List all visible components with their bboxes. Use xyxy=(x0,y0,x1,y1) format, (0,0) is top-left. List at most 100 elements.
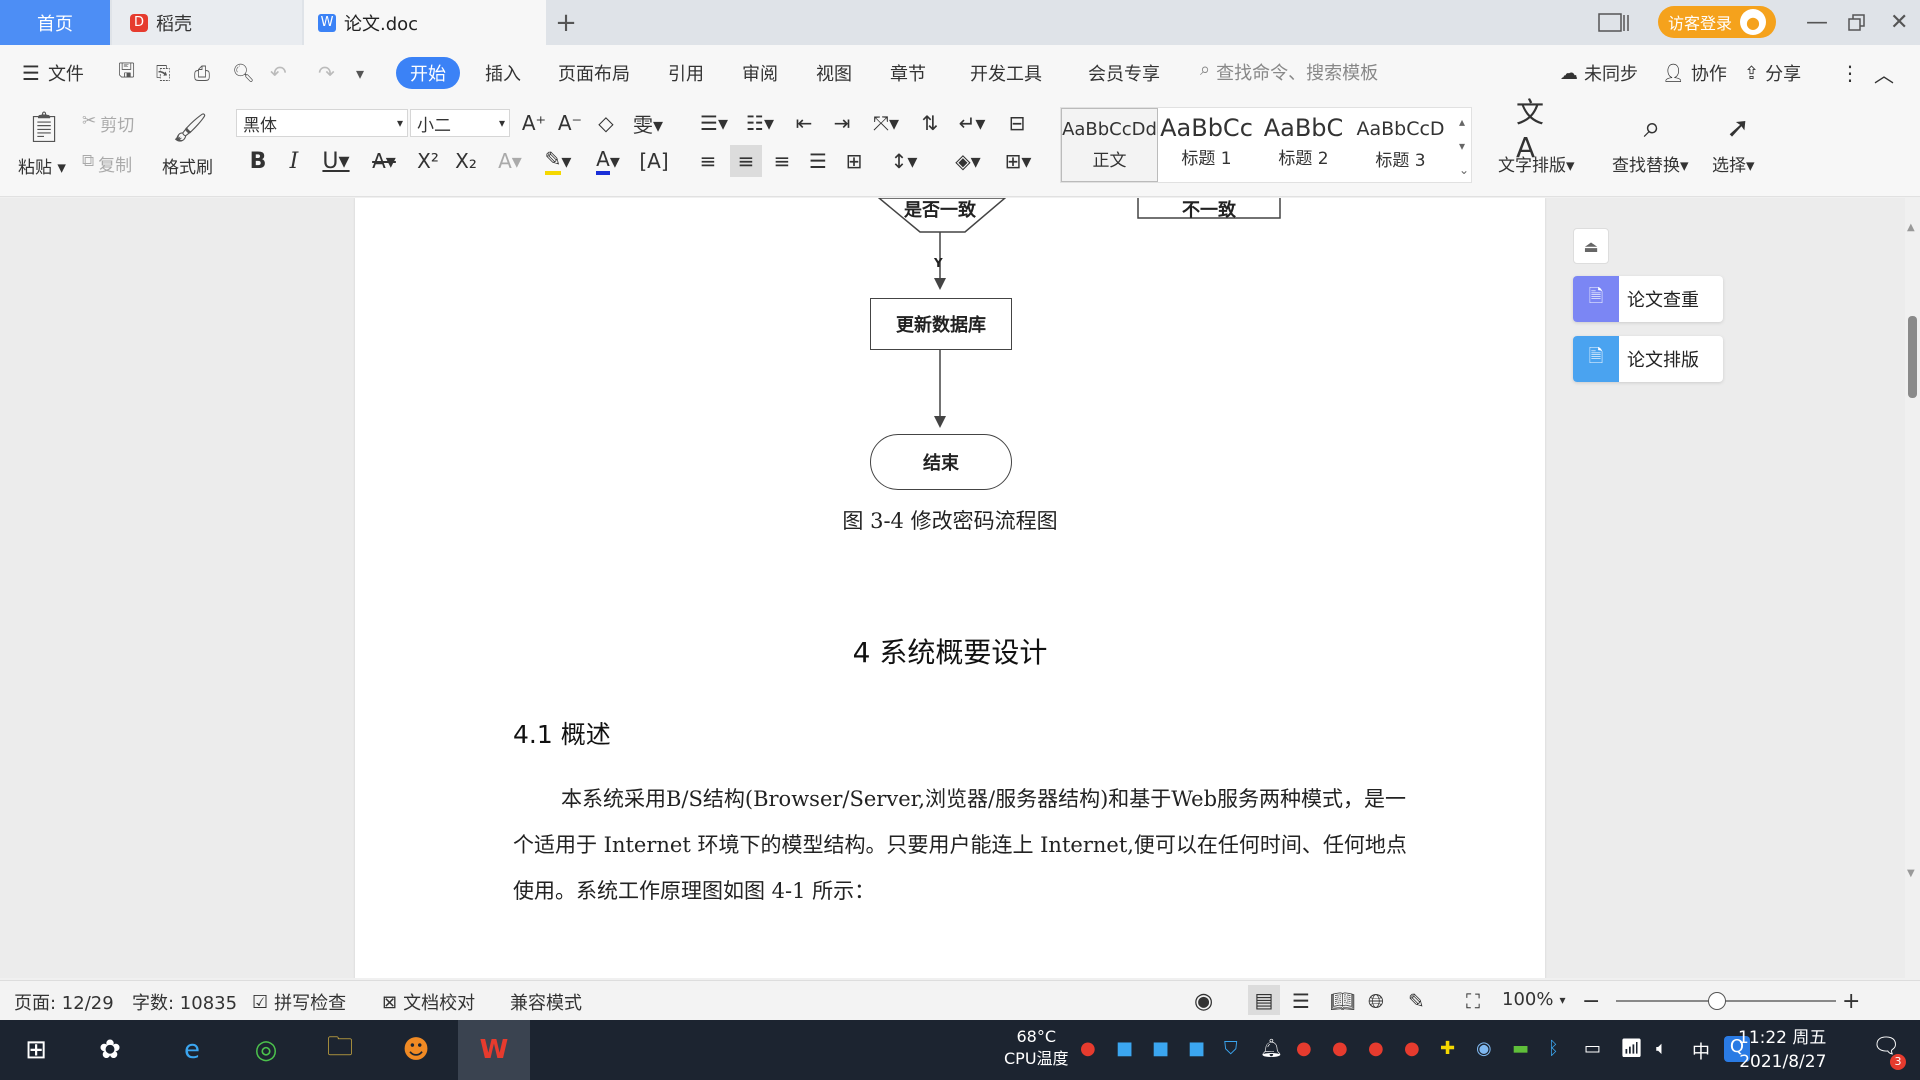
shading-icon[interactable]: ◈▾ xyxy=(948,145,988,177)
menu-tab-references[interactable]: 引用 xyxy=(668,57,704,89)
menu-tab-insert[interactable]: 插入 xyxy=(485,57,521,89)
bold-icon[interactable]: B xyxy=(244,145,272,177)
quick-access-dropdown-icon[interactable]: ▾ xyxy=(356,57,364,89)
tray-network-app-icon[interactable]: ■ xyxy=(1188,1038,1205,1059)
scroll-up-icon[interactable]: ▲ xyxy=(1907,222,1918,238)
collaborate-button[interactable]: 👤︎ 协作 xyxy=(1662,57,1727,89)
align-right-icon[interactable]: ≡ xyxy=(768,145,796,177)
tab-document[interactable]: W 论文.doc xyxy=(304,0,546,45)
copy-button[interactable]: ⧉ 复制 xyxy=(82,151,132,176)
menu-tab-view[interactable]: 视图 xyxy=(816,57,852,89)
bluetooth-icon[interactable]: ᛒ xyxy=(1548,1038,1559,1059)
highlight-icon[interactable]: ✎ ▾ xyxy=(538,145,578,177)
outline-view-icon[interactable]: ☰ xyxy=(1292,989,1310,1013)
export-pdf-icon[interactable]: ⎘ xyxy=(156,57,170,89)
select-button[interactable]: 选择▾ xyxy=(1712,151,1755,176)
style-heading-1[interactable]: AaBbCc 标题 1 xyxy=(1158,108,1255,182)
bell-icon[interactable]: 🔔︎ xyxy=(1260,1038,1283,1059)
document-page[interactable]: 是否一致 Y 不一致 更新数据库 结束 图 3-4 修改密码流程图 4 系统概要… xyxy=(355,198,1545,978)
command-search[interactable]: ⌕ 查找命令、搜索模板 xyxy=(1200,59,1378,85)
qq-icon-2[interactable]: ● xyxy=(1332,1038,1348,1059)
style-normal[interactable]: AaBbCcDd 正文 xyxy=(1061,108,1158,182)
qq-icon[interactable]: ● xyxy=(1296,1038,1312,1059)
undo-icon[interactable]: ↶ xyxy=(270,57,287,89)
align-left-icon[interactable]: ≡ xyxy=(694,145,722,177)
zoom-out-icon[interactable]: − xyxy=(1582,989,1600,1014)
shield-icon[interactable]: ⛉ xyxy=(1224,1038,1238,1059)
fit-page-icon[interactable]: ⛶ xyxy=(1466,989,1480,1013)
wps-writer-taskbar-icon[interactable]: W xyxy=(458,1020,530,1080)
sort-icon[interactable]: ⇅ xyxy=(916,109,944,137)
battery-icon[interactable]: ▭ xyxy=(1584,1038,1601,1059)
text-effect-icon[interactable]: A▾ xyxy=(490,145,530,177)
collapse-ribbon-icon[interactable]: ︿ xyxy=(1874,57,1894,89)
file-menu[interactable]: ☰ 文件 xyxy=(22,57,84,89)
qq-icon-4[interactable]: ● xyxy=(1404,1038,1420,1059)
style-heading-3[interactable]: AaBbCcD 标题 3 xyxy=(1352,108,1449,182)
windows-start-icon[interactable]: ⊞ xyxy=(16,1030,56,1070)
print-icon[interactable]: ⎙ xyxy=(194,57,210,89)
ie-browser-icon[interactable]: e xyxy=(172,1030,212,1070)
menu-tab-page-layout[interactable]: 页面布局 xyxy=(558,57,630,89)
fan-app-icon[interactable]: ✿ xyxy=(90,1030,130,1070)
subscript-icon[interactable]: X₂ xyxy=(450,145,482,177)
zoom-slider-thumb[interactable] xyxy=(1708,992,1726,1010)
numbered-list-icon[interactable]: ☷▾ xyxy=(740,109,780,137)
style-scroll-icon[interactable]: ▴ ▾ ⌄ xyxy=(1459,110,1469,182)
game-app-icon[interactable]: ☻ xyxy=(396,1030,436,1070)
scrollbar-thumb[interactable] xyxy=(1908,316,1917,398)
tray-app-icon[interactable]: ● xyxy=(1080,1038,1096,1059)
cut-button[interactable]: ✂ 剪切 xyxy=(82,111,134,136)
clipboard-icon[interactable]: 📋︎ xyxy=(22,105,66,149)
text-layout-button[interactable]: 文字排版▾ xyxy=(1498,151,1575,176)
spell-check-button[interactable]: ☑ 拼写检查 xyxy=(252,989,346,1015)
web-view-icon[interactable]: 🌐︎ xyxy=(1368,989,1384,1013)
nvidia-icon[interactable]: ▬ xyxy=(1512,1038,1529,1059)
system-clock[interactable]: 11:22 周五 2021/8/27 xyxy=(1738,1026,1826,1074)
ime-indicator[interactable]: 中 xyxy=(1692,1038,1710,1064)
zoom-in-icon[interactable]: + xyxy=(1842,989,1860,1014)
file-explorer-icon[interactable]: 🗀 xyxy=(320,1030,360,1070)
line-spacing-icon[interactable]: ↕▾ xyxy=(884,145,924,177)
share-button[interactable]: ⇪ 分享 xyxy=(1744,57,1801,89)
save-icon[interactable]: 🖫 xyxy=(118,57,135,89)
shrink-font-icon[interactable]: A⁻ xyxy=(556,109,584,137)
grow-font-icon[interactable]: A⁺ xyxy=(520,109,548,137)
guest-login-button[interactable]: 访客登录 ● xyxy=(1658,6,1776,38)
phonetic-guide-icon[interactable]: 雯▾ xyxy=(628,109,668,137)
redo-icon[interactable]: ↷ xyxy=(318,57,335,89)
new-tab-button[interactable]: + xyxy=(548,0,584,45)
eject-icon[interactable]: ⏏ xyxy=(1573,228,1609,264)
tray-sync-icon[interactable]: ■ xyxy=(1116,1038,1133,1059)
zoom-slider-track[interactable] xyxy=(1616,1000,1836,1002)
format-painter-button[interactable]: 格式刷 xyxy=(162,153,213,178)
tray-disc-icon[interactable]: ◉ xyxy=(1476,1038,1492,1059)
underline-icon[interactable]: U▾ xyxy=(316,145,356,177)
menu-tab-chapter[interactable]: 章节 xyxy=(890,57,926,89)
wifi-icon[interactable]: 📶︎ xyxy=(1620,1038,1643,1059)
tab-daoke[interactable]: D 稻壳 xyxy=(112,0,302,45)
print-preview-icon[interactable]: 🔍︎ xyxy=(232,57,255,89)
borders-icon[interactable]: ⊞▾ xyxy=(998,145,1038,177)
distribute-icon[interactable]: ⊞ xyxy=(840,145,868,177)
font-color-icon[interactable]: A ▾ xyxy=(588,145,628,177)
increase-indent-icon[interactable]: ⇥ xyxy=(828,109,856,137)
superscript-icon[interactable]: X² xyxy=(412,145,444,177)
chinese-layout-icon[interactable]: ⤧▾ xyxy=(866,109,906,137)
tray-cloud-icon[interactable]: ■ xyxy=(1152,1038,1169,1059)
zoom-level-select[interactable]: 100% ▾ xyxy=(1502,989,1566,1010)
tray-plus-icon[interactable]: ✚ xyxy=(1440,1038,1455,1059)
paper-format-button[interactable]: 🗎 论文排版 xyxy=(1573,336,1723,382)
style-heading-2[interactable]: AaBbC 标题 2 xyxy=(1255,108,1352,182)
clear-format-icon[interactable]: ◇ xyxy=(592,109,620,137)
menu-tab-member[interactable]: 会员专享 xyxy=(1088,57,1160,89)
page-view-icon[interactable]: ▤ xyxy=(1248,985,1280,1015)
align-center-icon[interactable]: ≡ xyxy=(730,145,762,177)
proofread-button[interactable]: ⊠ 文档校对 xyxy=(382,989,475,1015)
restore-button[interactable] xyxy=(1848,0,1870,45)
tab-home[interactable]: 首页 xyxy=(0,0,110,45)
volume-icon[interactable]: 🔈︎ xyxy=(1656,1038,1667,1059)
browser-360-icon[interactable]: ◎ xyxy=(246,1030,286,1070)
strikethrough-icon[interactable]: A▾ xyxy=(364,145,404,177)
more-options-icon[interactable]: ⋮ xyxy=(1840,57,1860,89)
